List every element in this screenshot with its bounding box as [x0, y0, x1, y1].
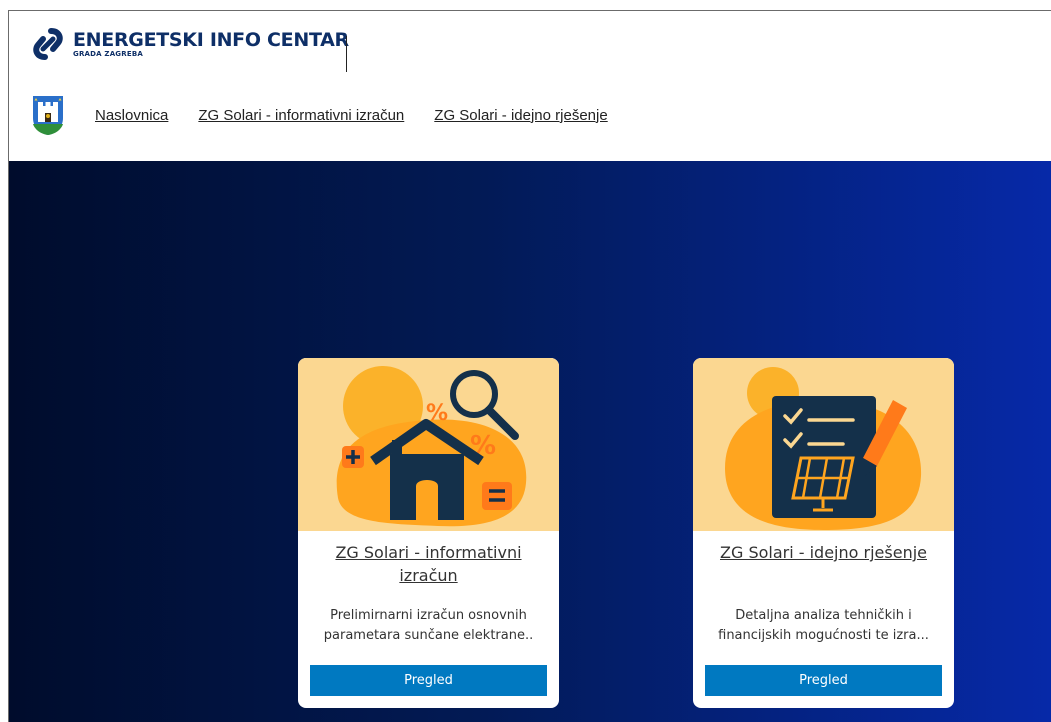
nav-link-informativni-izracun[interactable]: ZG Solari - informativni izračun [198, 107, 404, 124]
eic-logo-icon [33, 28, 63, 60]
card-image: % % [298, 358, 559, 531]
text-cursor [346, 36, 347, 72]
site-logo[interactable]: ENERGETSKI INFO CENTAR GRADA ZAGREBA [31, 27, 349, 61]
card-idejno-rjesenje[interactable]: ZG Solari - idejno rješenje Detaljna ana… [693, 358, 954, 708]
hero-section: % % ZG Solari - informativni izračun Pre… [9, 161, 1051, 722]
main-nav: Naslovnica ZG Solari - informativni izra… [31, 94, 638, 136]
site-header: ENERGETSKI INFO CENTAR GRADA ZAGREBA Nas… [9, 11, 1051, 161]
card-informativni-izracun[interactable]: % % ZG Solari - informativni izračun Pre… [298, 358, 559, 708]
card-description: Detaljna analiza tehničkih i financijski… [718, 608, 929, 643]
card-title[interactable]: ZG Solari - informativni izračun [312, 541, 545, 587]
logo-title: ENERGETSKI INFO CENTAR [73, 28, 349, 51]
card-description: Prelimirnarni izračun osnovnih parametar… [323, 608, 534, 643]
pregled-button[interactable]: Pregled [310, 665, 547, 696]
checklist-solar-panel-icon [725, 367, 922, 530]
house-calculator-icon: % % [336, 366, 527, 527]
zagreb-crest-icon [33, 96, 63, 135]
card-title[interactable]: ZG Solari - idejno rješenje [707, 541, 940, 564]
card-image [693, 358, 954, 531]
pregled-button[interactable]: Pregled [705, 665, 942, 696]
nav-link-idejno-rjesenje[interactable]: ZG Solari - idejno rješenje [434, 107, 607, 124]
nav-link-naslovnica[interactable]: Naslovnica [95, 107, 168, 124]
logo-subtitle: GRADA ZAGREBA [73, 49, 143, 58]
